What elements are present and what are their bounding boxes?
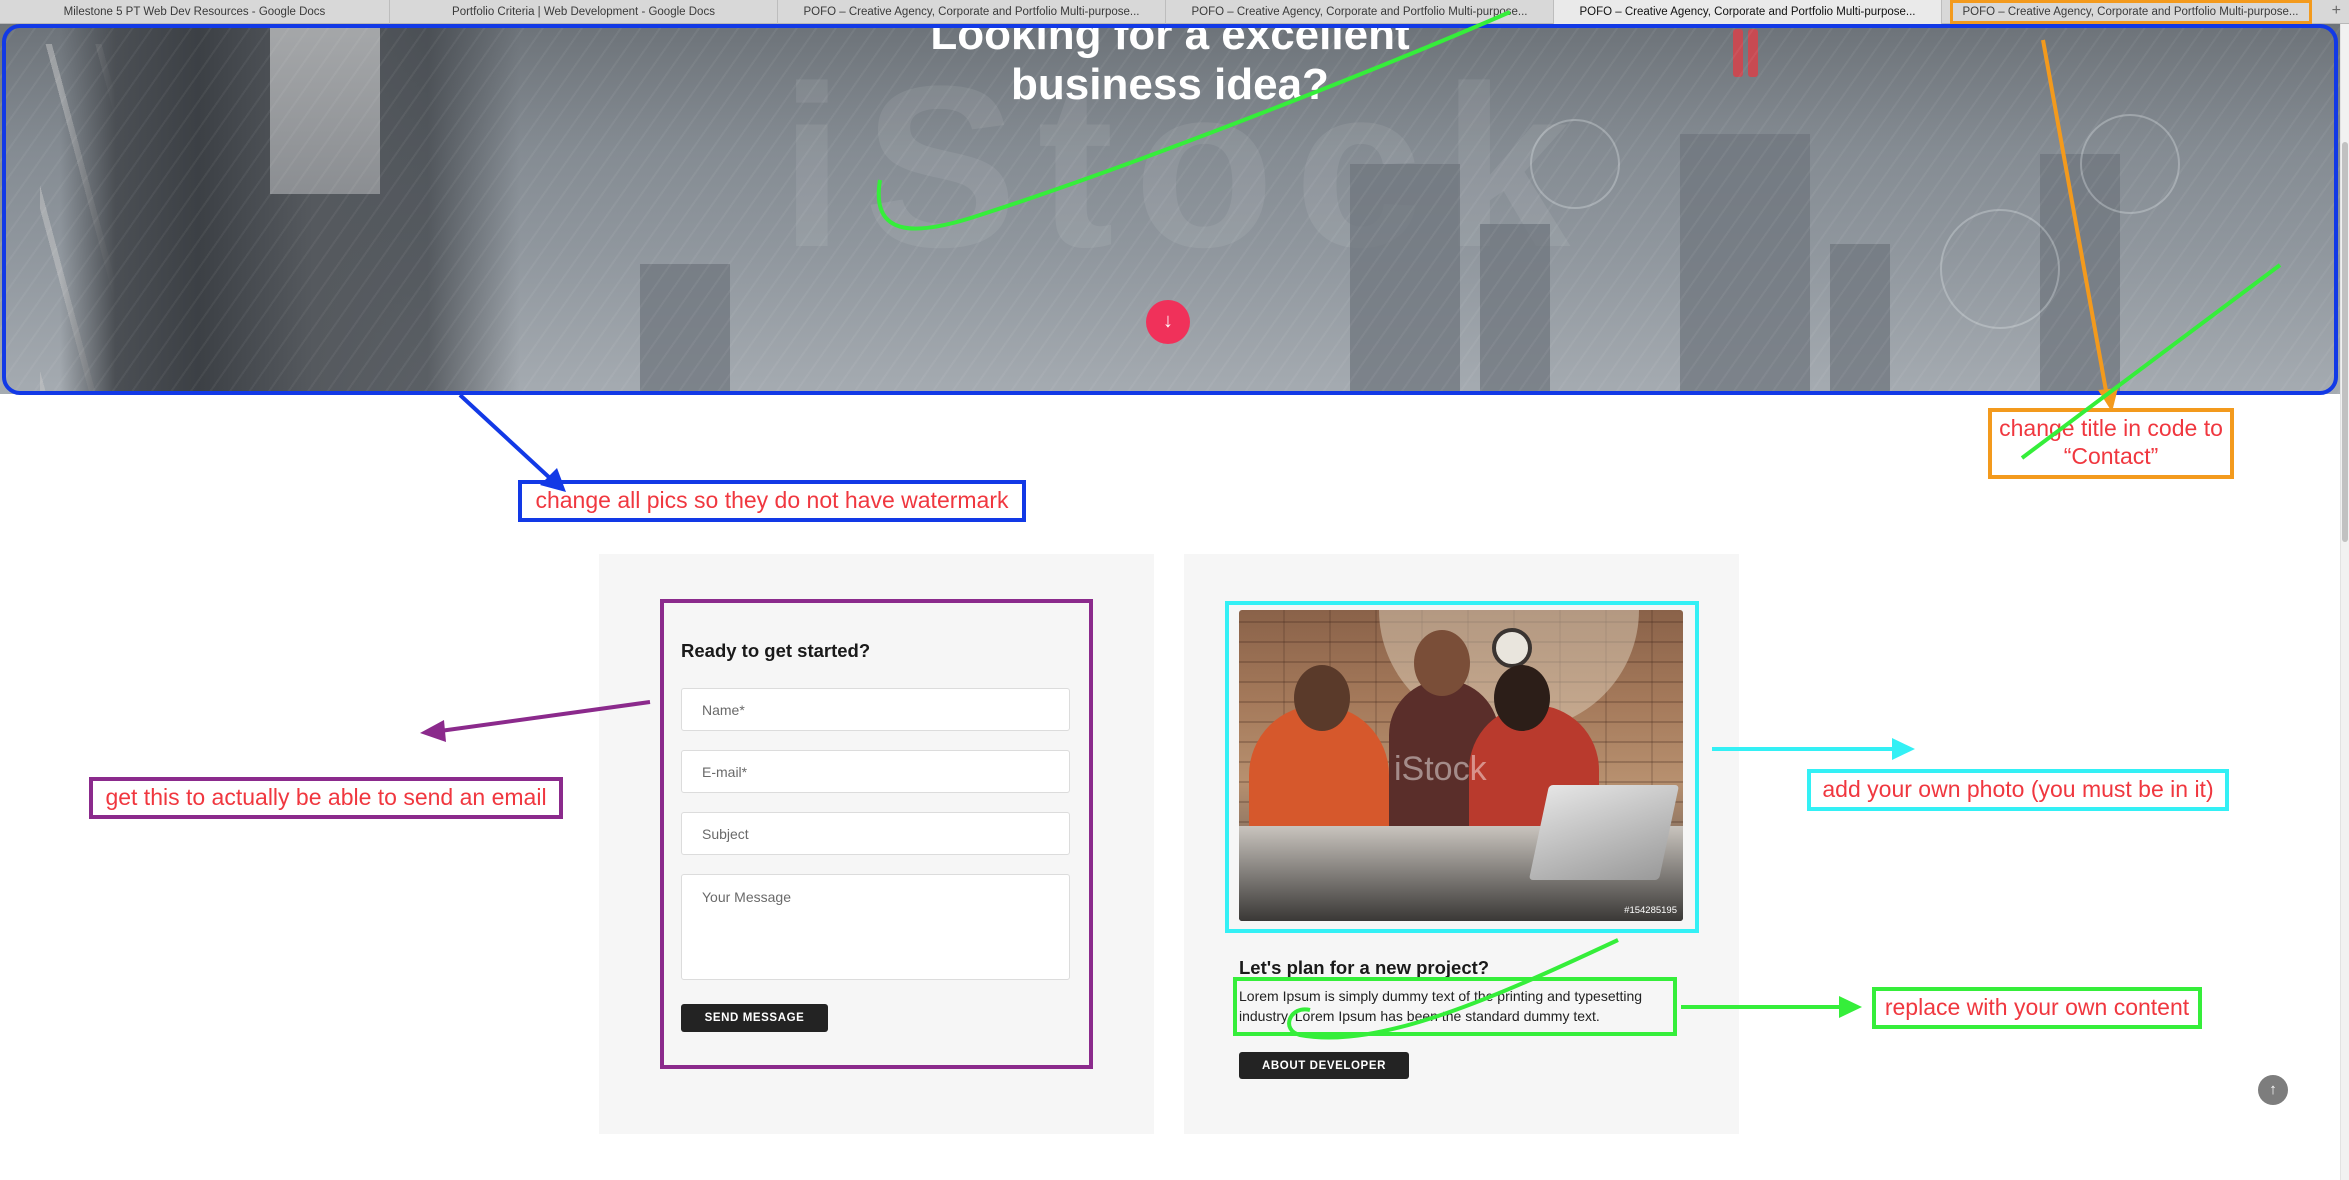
- browser-tab-highlighted[interactable]: POFO – Creative Agency, Corporate and Po…: [1950, 0, 2312, 24]
- arrowhead: [1839, 996, 1862, 1018]
- photo-person-head: [1414, 630, 1470, 696]
- photo-clock: [1492, 628, 1532, 668]
- annotation-title-line: change title in code to: [1999, 415, 2223, 441]
- photo-watermark: iStock: [1394, 750, 1487, 788]
- subject-field[interactable]: Subject: [681, 812, 1070, 855]
- send-message-button[interactable]: SEND MESSAGE: [681, 1004, 828, 1032]
- browser-tab[interactable]: POFO – Creative Agency, Corporate and Po…: [778, 0, 1166, 24]
- name-field[interactable]: Name*: [681, 688, 1070, 731]
- about-developer-button[interactable]: ABOUT DEVELOPER: [1239, 1052, 1409, 1079]
- arrow-watermark: [458, 393, 554, 482]
- message-field[interactable]: Your Message: [681, 874, 1070, 980]
- page-scrollbar[interactable]: [2340, 24, 2349, 1180]
- browser-tab-active[interactable]: POFO – Creative Agency, Corporate and Po…: [1554, 0, 1942, 24]
- photo-laptop: [1528, 785, 1680, 880]
- browser-tab-strip: Milestone 5 PT Web Dev Resources - Googl…: [0, 0, 2349, 24]
- about-title: Let's plan for a new project?: [1239, 957, 1490, 978]
- annotation-email-note: get this to actually be able to send an …: [95, 783, 557, 811]
- new-tab-icon[interactable]: +: [2332, 2, 2341, 20]
- photo-id: #154285195: [1624, 905, 1677, 916]
- annotation-title-line: “Contact”: [2063, 443, 2159, 469]
- annotation-title-note: change title in code to “Contact”: [1994, 414, 2228, 470]
- annotation-photo-note: add your own photo (you must be in it): [1813, 775, 2223, 803]
- team-photo: iStock #154285195: [1239, 610, 1683, 921]
- browser-tab[interactable]: POFO – Creative Agency, Corporate and Po…: [1166, 0, 1554, 24]
- arrowhead: [420, 720, 446, 742]
- photo-person-head: [1294, 665, 1350, 731]
- browser-tab[interactable]: Milestone 5 PT Web Dev Resources - Googl…: [0, 0, 390, 24]
- email-field[interactable]: E-mail*: [681, 750, 1070, 793]
- annotation-hero-box: [2, 24, 2338, 395]
- photo-person-head: [1494, 665, 1550, 731]
- scrollbar-thumb[interactable]: [2342, 142, 2348, 542]
- arrow-up-icon: ↑: [2269, 1081, 2277, 1098]
- form-title: Ready to get started?: [681, 640, 871, 661]
- browser-tab[interactable]: Portfolio Criteria | Web Development - G…: [390, 0, 778, 24]
- scroll-to-top-button[interactable]: ↑: [2258, 1075, 2288, 1105]
- about-body: Lorem Ipsum is simply dummy text of the …: [1239, 988, 1643, 1024]
- annotation-content-note: replace with your own content: [1878, 993, 2196, 1021]
- arrowhead: [1892, 738, 1915, 760]
- annotation-watermark-note: change all pics so they do not have wate…: [524, 486, 1020, 514]
